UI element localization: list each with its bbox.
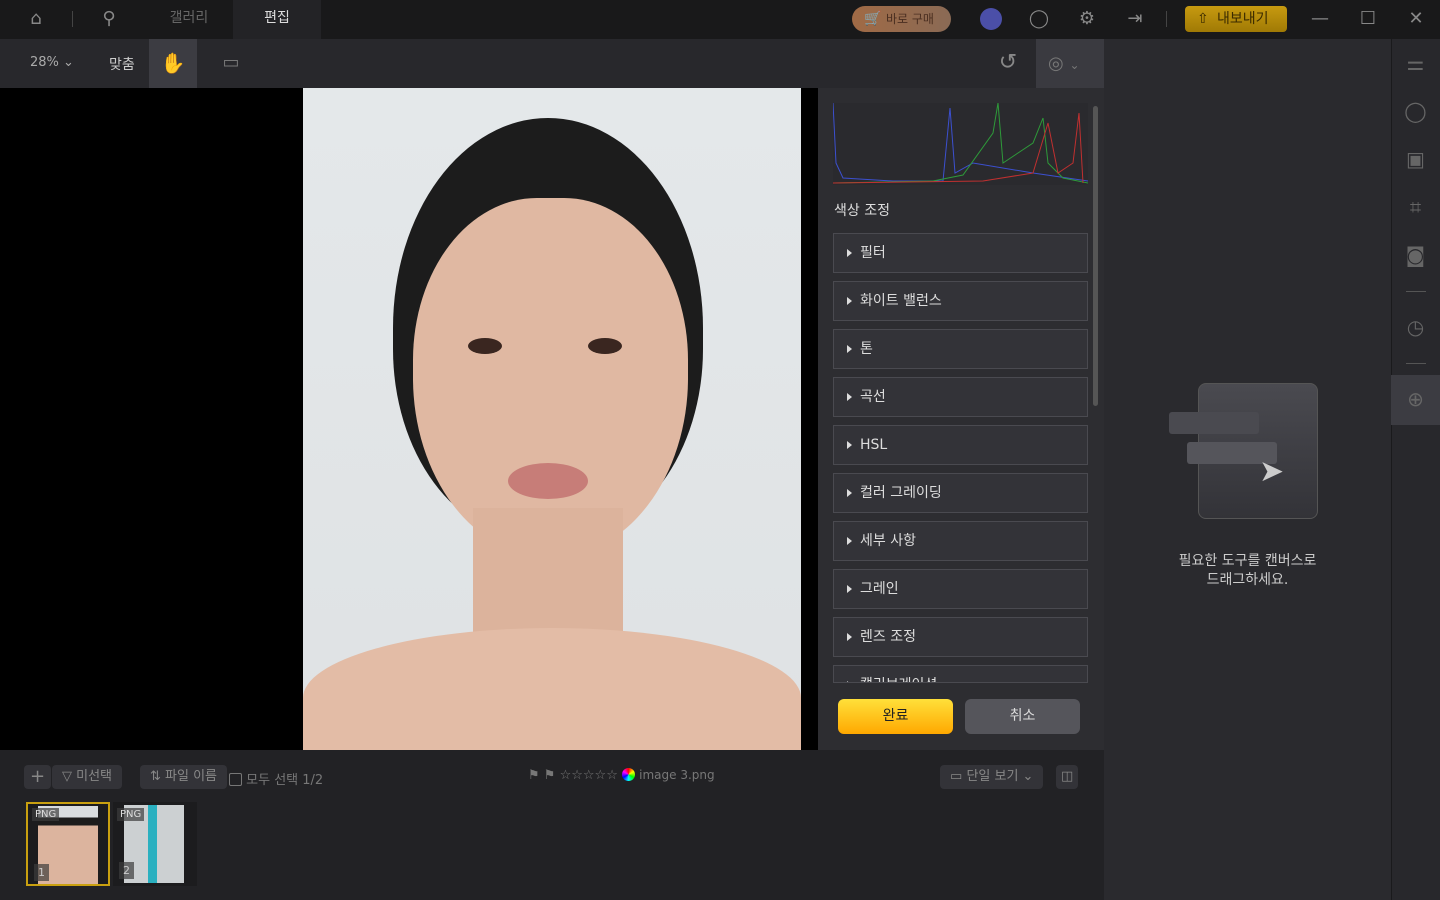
- selection-count: 1/2: [302, 773, 323, 788]
- maximize-icon[interactable]: ☐: [1353, 0, 1383, 38]
- tab-gallery[interactable]: 갤러리: [145, 0, 233, 39]
- minimize-icon[interactable]: —: [1305, 0, 1335, 38]
- sliders-icon[interactable]: ⚌: [1391, 39, 1440, 87]
- close-icon[interactable]: ✕: [1401, 0, 1431, 38]
- drag-illustration: ➤: [1198, 383, 1318, 519]
- search-icon[interactable]: ⚲: [94, 0, 124, 38]
- histogram: [833, 103, 1088, 185]
- accordion-item[interactable]: 곡선: [833, 377, 1088, 417]
- view-mode-dropdown[interactable]: ▭ 단일 보기 ⌄: [940, 765, 1043, 789]
- share-icon[interactable]: ⇥: [1120, 0, 1150, 38]
- filename: image 3.png: [639, 768, 714, 782]
- accordion-item[interactable]: 컬러 그레이딩: [833, 473, 1088, 513]
- select-all-label: 모두 선택: [246, 773, 298, 788]
- format-badge: PNG: [32, 808, 59, 821]
- drag-hint: 필요한 도구를 캔버스로드래그하세요.: [1104, 552, 1391, 590]
- buy-label: 바로 구매: [886, 12, 934, 26]
- discord-icon[interactable]: [980, 8, 1002, 30]
- mask-icon[interactable]: ◯: [1391, 87, 1440, 135]
- thumbnail[interactable]: PNG 2: [113, 802, 197, 886]
- star-rating[interactable]: ☆☆☆☆☆: [560, 768, 618, 783]
- index-badge: 1: [34, 864, 49, 881]
- accordion-item[interactable]: 필터: [833, 233, 1088, 273]
- done-button[interactable]: 완료: [838, 699, 953, 734]
- compare-dropdown[interactable]: ◎ ⌄: [1036, 39, 1104, 88]
- hand-tool-icon[interactable]: ✋: [149, 39, 197, 88]
- settings-icon[interactable]: ⚙: [1072, 0, 1102, 38]
- flag-pick-icon[interactable]: ⚑: [528, 768, 540, 783]
- accordion-item[interactable]: 톤: [833, 329, 1088, 369]
- index-badge: 2: [119, 862, 134, 879]
- compare-view-icon[interactable]: ◫: [1056, 765, 1078, 789]
- crop-icon[interactable]: ⌗: [1391, 183, 1440, 231]
- flag-reject-icon[interactable]: ⚑: [544, 768, 556, 783]
- accordion-item[interactable]: HSL: [833, 425, 1088, 465]
- divider: [1406, 291, 1426, 292]
- home-icon[interactable]: ⌂: [21, 0, 51, 38]
- accordion-item[interactable]: 캘리브레이션: [833, 665, 1088, 683]
- zoom-value: 28%: [30, 55, 59, 70]
- single-view-icon: ▭: [950, 769, 962, 784]
- funnel-icon: ▽: [62, 769, 72, 784]
- buy-now-button[interactable]: 🛒 바로 구매: [852, 6, 951, 32]
- add-icon[interactable]: ⊕: [1391, 375, 1440, 425]
- divider: [72, 11, 73, 27]
- sort-label: 파일 이름: [165, 769, 217, 784]
- camera-icon[interactable]: ◙: [1391, 231, 1440, 279]
- sort-button[interactable]: ⇅ 파일 이름: [140, 765, 227, 789]
- chevron-down-icon: ⌄: [63, 55, 74, 70]
- image-edit-icon[interactable]: ▣: [1391, 135, 1440, 183]
- select-all-checkbox[interactable]: 모두 선택 1/2: [229, 769, 323, 788]
- accordion-item[interactable]: 렌즈 조정: [833, 617, 1088, 657]
- overlap-circles-icon: ◎: [1048, 53, 1064, 74]
- checkbox[interactable]: [229, 773, 242, 786]
- divider: [1166, 11, 1167, 27]
- thumbnail[interactable]: PNG 1: [26, 802, 110, 886]
- hint-line: 필요한 도구를 캔버스로: [1104, 552, 1391, 571]
- cancel-button[interactable]: 취소: [965, 699, 1080, 734]
- account-icon[interactable]: ◯: [1024, 0, 1054, 38]
- section-title: 색상 조정: [834, 200, 890, 220]
- divider: [1406, 363, 1426, 364]
- rating-bar: ⚑ ⚑ ☆☆☆☆☆ image 3.png: [528, 768, 715, 783]
- hint-line: 드래그하세요.: [1104, 571, 1391, 590]
- filter-button[interactable]: ▽ 미선택: [52, 765, 122, 789]
- accordion-item[interactable]: 세부 사항: [833, 521, 1088, 561]
- add-button[interactable]: +: [24, 765, 51, 789]
- photo-preview: [303, 88, 801, 750]
- export-button[interactable]: ⇧ 내보내기: [1185, 6, 1287, 32]
- panel-scrollbar[interactable]: [1093, 106, 1098, 406]
- cart-icon: 🛒: [864, 6, 881, 32]
- color-label-icon[interactable]: [622, 768, 635, 781]
- filter-label: 미선택: [76, 769, 112, 784]
- ruler-icon[interactable]: ▭: [216, 44, 246, 82]
- format-badge: PNG: [117, 808, 144, 821]
- chevron-down-icon: ⌄: [1069, 58, 1079, 72]
- tab-edit[interactable]: 편집: [233, 0, 321, 39]
- fit-button[interactable]: 맞춤: [109, 54, 135, 74]
- zoom-dropdown[interactable]: 28% ⌄: [30, 55, 74, 70]
- export-label: 내보내기: [1217, 11, 1269, 27]
- upload-icon: ⇧: [1197, 6, 1209, 32]
- view-label: 단일 보기: [966, 769, 1018, 784]
- accordion-item[interactable]: 그레인: [833, 569, 1088, 609]
- reset-icon[interactable]: ↺: [993, 44, 1023, 82]
- history-icon[interactable]: ◷: [1391, 303, 1440, 351]
- sort-icon: ⇅: [150, 769, 161, 784]
- accordion-item[interactable]: 화이트 밸런스: [833, 281, 1088, 321]
